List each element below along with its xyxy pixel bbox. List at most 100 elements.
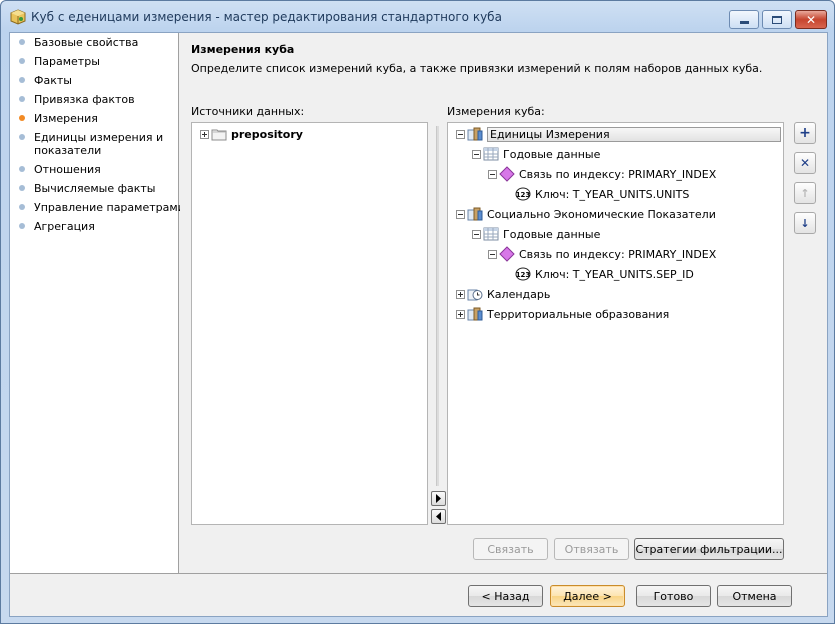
nav-step-label-line2: показатели [34,144,102,157]
collapse-icon[interactable] [488,249,497,259]
wizard-window: Куб с еденицами измерения - мастер редак… [0,0,835,624]
tree-node-dimension-calendar[interactable]: Календарь [456,285,550,303]
step-bullet-icon [19,204,25,210]
panel-splitter[interactable] [431,122,445,525]
nav-step-calculated-facts[interactable]: Вычисляемые факты [19,182,155,195]
dimension-book-icon [467,307,483,321]
delete-dimension-button[interactable]: ✕ [794,152,816,174]
tree-node-dataset[interactable]: Годовые данные [472,145,600,163]
calendar-dimension-icon [467,289,483,301]
filter-strategies-button[interactable]: Стратегии фильтрации... [634,538,784,560]
expand-icon[interactable] [456,309,465,319]
step-bullet-active-icon [19,115,25,121]
tree-node-dimension[interactable]: Единицы Измерения [456,125,781,143]
maximize-button[interactable] [762,10,792,29]
nav-step-relations[interactable]: Отношения [19,163,101,176]
collapse-icon[interactable] [472,149,481,159]
finish-button[interactable]: Готово [636,585,711,607]
cancel-button[interactable]: Отмена [717,585,792,607]
tree-node-label: Единицы Измерения [487,126,781,142]
nav-step-label: Факты [34,74,72,87]
move-right-button[interactable] [431,491,446,506]
delete-icon: ✕ [799,156,811,170]
footer-divider [10,573,827,574]
nav-step-fact-binding[interactable]: Привязка фактов [19,93,135,106]
link-button[interactable]: Связать [473,538,548,560]
tree-node-label: Связь по индексу: PRIMARY_INDEX [519,167,717,181]
move-up-button[interactable]: ↑ [794,182,816,204]
nav-step-basic-properties[interactable]: Базовые свойства [19,36,138,49]
plus-icon: + [799,125,811,141]
tree-node-label: Связь по индексу: PRIMARY_INDEX [519,247,717,261]
close-window-button[interactable]: ✕ [795,10,827,29]
dimension-book-icon [467,207,483,221]
cube-wizard-icon [10,9,26,25]
expand-icon[interactable] [456,289,465,299]
nav-step-parameter-management[interactable]: Управление параметрами [19,201,185,214]
nav-step-parameters[interactable]: Параметры [19,55,100,68]
window-title: Куб с еденицами измерения - мастер редак… [31,10,502,24]
nav-step-label-line1: Единицы измерения и [34,131,164,144]
collapse-icon[interactable] [456,209,465,219]
nav-step-dimensions[interactable]: Измерения [19,112,98,125]
tree-node-index-link[interactable]: Связь по индексу: PRIMARY_INDEX [488,165,716,183]
nav-step-label: Отношения [34,163,101,176]
arrow-right-icon [436,494,441,503]
page-description: Определите список измерений куба, а такж… [191,62,763,75]
move-left-button[interactable] [431,509,446,524]
nav-step-label: Базовые свойства [34,36,139,49]
tree-node-label: Социально Экономические Показатели [487,207,716,221]
nav-step-label: Вычисляемые факты [34,182,156,195]
next-button[interactable]: Далее > [550,585,625,607]
dimensions-tree[interactable]: Единицы Измерения Годовые данные Связь п… [447,122,784,525]
dimensions-label: Измерения куба: [447,105,545,118]
nav-step-label: Агрегация [34,220,95,233]
svg-text:123: 123 [516,271,531,279]
tree-node-label: Ключ: T_YEAR_UNITS.SEP_ID [535,267,694,281]
step-bullet-icon [19,39,25,45]
tree-node-prepository[interactable]: prepository [200,125,303,143]
tree-node-dimension[interactable]: Территориальные образования [456,305,669,323]
back-button[interactable]: < Назад [468,585,543,607]
collapse-icon[interactable] [472,229,481,239]
close-icon: ✕ [805,12,817,27]
step-bullet-icon [19,96,25,102]
add-dimension-button[interactable]: + [794,122,816,144]
wizard-client-area: Базовые свойства Параметры Факты Привязк… [9,32,828,617]
collapse-icon[interactable] [488,169,497,179]
nav-step-label: Привязка фактов [34,93,135,106]
folder-icon [211,129,227,141]
unlink-button[interactable]: Отвязать [554,538,629,560]
tree-node-label: prepository [231,127,303,141]
expand-icon[interactable] [200,129,209,139]
move-down-button[interactable]: ↓ [794,212,816,234]
step-bullet-icon [19,185,25,191]
maximize-icon [772,15,782,24]
table-icon [483,227,499,241]
numeric-key-icon: 123 [515,267,531,281]
tree-node-key[interactable]: 123 Ключ: T_YEAR_UNITS.UNITS [515,185,689,203]
step-bullet-icon [19,134,25,140]
tree-node-key[interactable]: 123 Ключ: T_YEAR_UNITS.SEP_ID [515,265,694,283]
step-bullet-icon [19,77,25,83]
tree-node-label: Ключ: T_YEAR_UNITS.UNITS [535,187,690,201]
tree-node-label: Территориальные образования [487,307,670,321]
tree-node-dataset[interactable]: Годовые данные [472,225,600,243]
minimize-button[interactable] [729,10,759,29]
nav-step-aggregation[interactable]: Агрегация [19,220,95,233]
collapse-icon[interactable] [456,129,465,139]
nav-step-label: Управление параметрами [34,201,185,214]
sources-tree[interactable]: prepository [191,122,428,525]
nav-step-label: Единицы измерения и показатели [34,131,163,157]
arrow-left-icon [436,512,441,521]
tree-node-dimension[interactable]: Социально Экономические Показатели [456,205,716,223]
nav-step-label: Параметры [34,55,100,68]
svg-text:123: 123 [516,191,531,199]
splitter-bar [436,126,439,486]
nav-step-units-and-indicators[interactable]: Единицы измерения и показатели [19,131,163,157]
nav-step-label: Измерения [34,112,98,125]
tree-node-index-link[interactable]: Связь по индексу: PRIMARY_INDEX [488,245,716,263]
step-bullet-icon [19,58,25,64]
table-icon [483,147,499,161]
nav-step-facts[interactable]: Факты [19,74,72,87]
